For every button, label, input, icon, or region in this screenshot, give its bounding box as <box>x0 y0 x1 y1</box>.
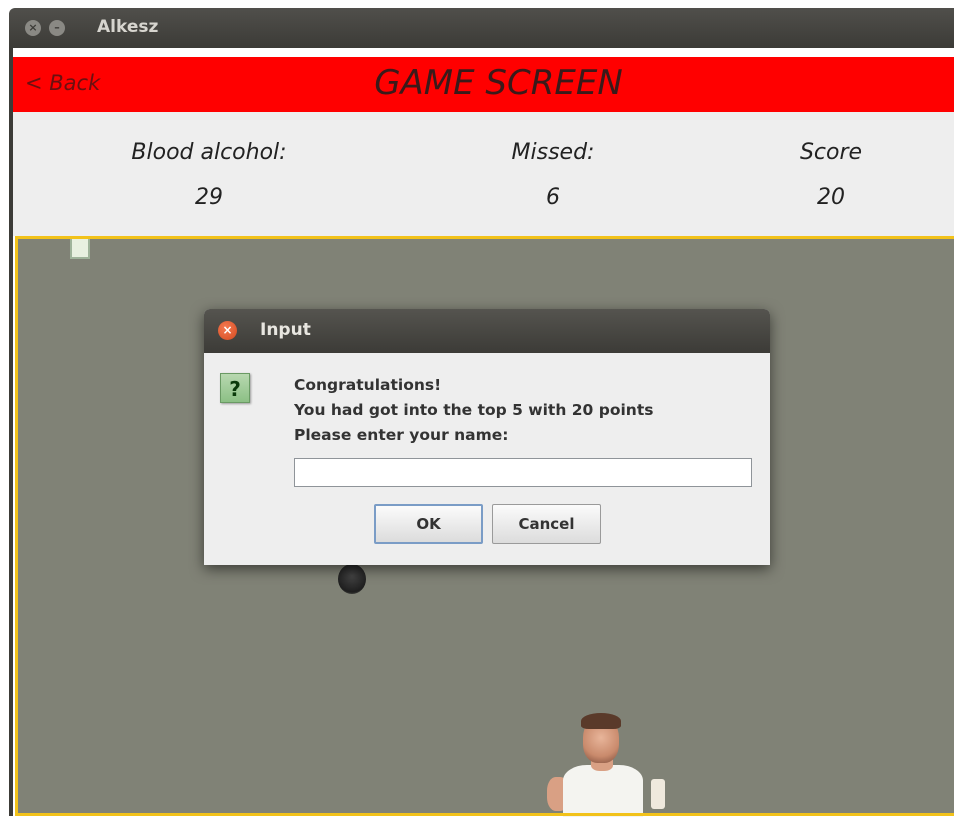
stat-missed: Missed: 6 <box>453 140 653 210</box>
dialog-titlebar: × Input <box>204 309 770 353</box>
dialog-message: Congratulations! You had got into the to… <box>294 373 653 448</box>
window-title: Alkesz <box>97 17 159 37</box>
page-title: GAME SCREEN <box>374 63 623 103</box>
stat-label: Missed: <box>511 140 595 165</box>
stats-panel: Blood alcohol: 29 Missed: 6 Score 20 <box>13 112 954 236</box>
dialog-title: Input <box>260 320 311 340</box>
question-icon: ? <box>220 373 250 403</box>
dialog-message-line: Congratulations! <box>294 376 442 394</box>
cancel-button[interactable]: Cancel <box>492 504 601 544</box>
window-minimize-icon[interactable]: – <box>49 20 65 36</box>
dialog-message-line: Please enter your name: <box>294 426 509 444</box>
stat-label: Blood alcohol: <box>131 140 287 165</box>
player-hair-icon <box>581 713 621 729</box>
window-titlebar: × – Alkesz <box>9 8 954 48</box>
input-dialog: × Input ? Congratulations! You had got i… <box>204 309 770 565</box>
game-header: < Back GAME SCREEN <box>13 57 954 112</box>
dialog-message-line: You had got into the top 5 with 20 point… <box>294 401 654 419</box>
stat-label: Score <box>799 140 863 165</box>
falling-bottle-icon <box>338 564 366 594</box>
player-character <box>543 713 665 817</box>
stat-score: Score 20 <box>731 140 931 210</box>
window-close-icon[interactable]: × <box>25 20 41 36</box>
player-body-icon <box>563 765 643 817</box>
stat-value: 29 <box>195 185 223 210</box>
ok-button[interactable]: OK <box>374 504 483 544</box>
stat-blood-alcohol: Blood alcohol: 29 <box>109 140 309 210</box>
player-drink-icon <box>651 779 665 809</box>
app-window: × – Alkesz < Back GAME SCREEN Blood alco… <box>0 0 954 817</box>
stat-value: 6 <box>546 185 560 210</box>
falling-glass-icon <box>70 239 90 259</box>
stat-value: 20 <box>817 185 845 210</box>
dialog-close-icon[interactable]: × <box>218 321 237 340</box>
name-input[interactable] <box>294 458 752 487</box>
